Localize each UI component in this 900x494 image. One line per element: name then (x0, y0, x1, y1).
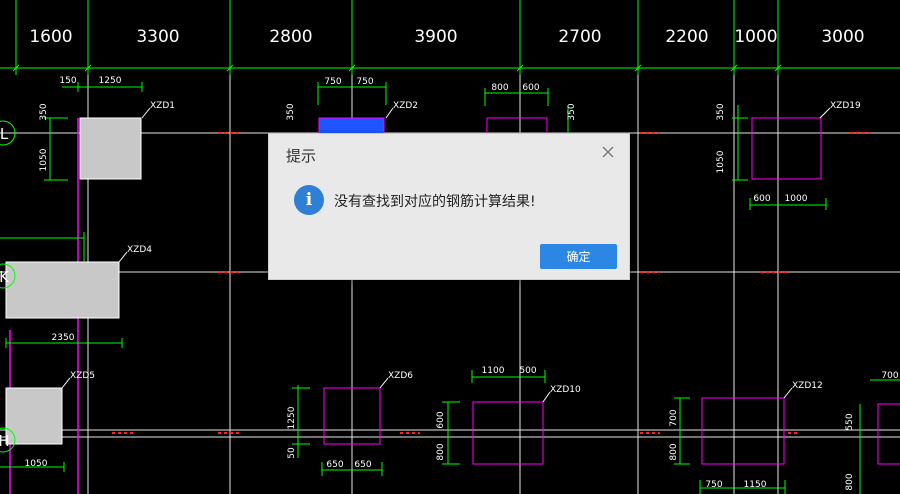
info-icon: i (294, 185, 324, 215)
svg-text:750: 750 (324, 77, 341, 87)
pad-xzd13 (877, 403, 900, 465)
pad-xzd19 (751, 117, 822, 180)
svg-text:800: 800 (436, 443, 446, 460)
svg-text:700: 700 (881, 371, 898, 381)
label-xzd2: XZD2 (393, 101, 418, 111)
message-dialog: 提示 i 没有查找到对应的钢筋计算结果! 确定 (268, 133, 630, 280)
label-xzd1: XZD1 (150, 101, 175, 111)
svg-text:2350: 2350 (52, 333, 75, 343)
label-xzd5: XZD5 (70, 371, 95, 381)
svg-text:1050: 1050 (25, 459, 48, 469)
svg-text:150: 150 (59, 76, 76, 86)
label-xzd19: XZD19 (830, 101, 861, 111)
svg-text:1050: 1050 (716, 150, 726, 173)
top-dim-8: 3000 (821, 27, 864, 47)
top-dim-3: 2800 (269, 27, 312, 47)
svg-text:650: 650 (354, 460, 371, 470)
pad-xzd10 (472, 401, 544, 465)
svg-text:350: 350 (39, 103, 49, 120)
label-xzd6: XZD6 (388, 371, 413, 381)
svg-text:1100: 1100 (482, 366, 505, 376)
svg-text:800: 800 (845, 473, 855, 490)
svg-text:1250: 1250 (287, 406, 297, 429)
dialog-title: 提示 (286, 147, 317, 165)
svg-text:700: 700 (669, 409, 679, 426)
svg-text:1150: 1150 (744, 480, 767, 490)
svg-text:750: 750 (705, 480, 722, 490)
svg-text:350: 350 (567, 103, 577, 120)
axis-k: K (0, 268, 10, 286)
dialog-message: 没有查找到对应的钢筋计算结果! (334, 194, 536, 210)
svg-text:750: 750 (356, 77, 373, 87)
axis-h: H (0, 432, 10, 450)
top-dim-2: 3300 (136, 27, 179, 47)
svg-text:1250: 1250 (99, 76, 122, 86)
top-dim-4: 3900 (414, 27, 457, 47)
top-dim-5: 2700 (558, 27, 601, 47)
svg-text:50: 50 (287, 447, 297, 459)
label-xzd12: XZD12 (792, 381, 823, 391)
top-dim-1: 1600 (29, 27, 72, 47)
ok-button[interactable]: 确定 (540, 244, 617, 269)
svg-text:650: 650 (326, 460, 343, 470)
top-dim-7: 1000 (734, 27, 777, 47)
top-dimension-labels: 1600 3300 2800 3900 2700 2200 1000 3000 (29, 27, 864, 47)
svg-text:600: 600 (436, 411, 446, 428)
svg-text:600: 600 (753, 194, 770, 204)
pad-xzd12 (701, 397, 785, 465)
svg-text:350: 350 (716, 103, 726, 120)
pad-xzd4 (5, 261, 120, 319)
svg-text:800: 800 (669, 443, 679, 460)
pad-xzd1 (79, 117, 142, 180)
svg-text:800: 800 (491, 83, 508, 93)
svg-text:350: 350 (286, 103, 296, 120)
close-icon[interactable] (599, 143, 617, 161)
svg-text:600: 600 (522, 83, 539, 93)
label-xzd10: XZD10 (550, 385, 581, 395)
top-dim-6: 2200 (665, 27, 708, 47)
svg-text:500: 500 (519, 366, 536, 376)
svg-text:550: 550 (845, 413, 855, 430)
svg-text:1050: 1050 (39, 148, 49, 171)
axis-l: L (0, 125, 9, 143)
label-xzd4: XZD4 (127, 245, 152, 255)
svg-text:1000: 1000 (785, 194, 808, 204)
